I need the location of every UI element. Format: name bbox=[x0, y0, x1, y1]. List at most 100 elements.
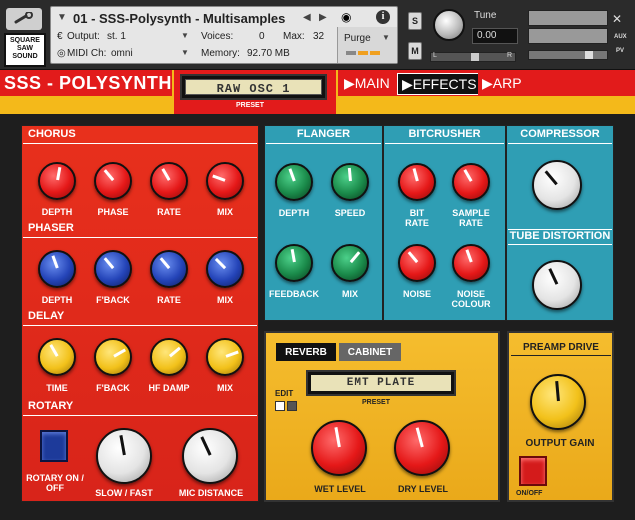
purge-area: Purge ▼ bbox=[337, 27, 397, 63]
output-gain-knob[interactable] bbox=[530, 374, 586, 430]
compressor-knob[interactable] bbox=[532, 160, 582, 210]
tab-main[interactable]: ▶MAIN bbox=[340, 73, 394, 95]
bitcrusher-bit-rate-label: BIT RATE bbox=[405, 208, 429, 228]
bitcrusher-sample-rate-knob[interactable] bbox=[452, 163, 490, 201]
prev-instrument-icon[interactable]: ◀ bbox=[303, 12, 311, 23]
edit-label: EDIT bbox=[275, 389, 294, 398]
chorus-rate-knob[interactable] bbox=[150, 162, 188, 200]
purge-meter-2 bbox=[358, 51, 368, 55]
flanger-speed-knob[interactable] bbox=[331, 163, 369, 201]
delay-time-knob[interactable] bbox=[38, 338, 76, 376]
chorus-depth-knob[interactable] bbox=[38, 162, 76, 200]
chorus-mix-knob[interactable] bbox=[206, 162, 244, 200]
info-icon[interactable]: i bbox=[376, 10, 390, 24]
reverb-wet-level-knob[interactable] bbox=[311, 420, 367, 476]
rotary-mic-distance-label: MIC DISTANCE bbox=[178, 488, 244, 498]
purge-meter-1 bbox=[346, 51, 356, 55]
close-icon[interactable]: ✕ bbox=[612, 12, 622, 26]
flanger-depth-knob[interactable] bbox=[275, 163, 313, 201]
bitcrusher-sample-rate-label: SAMPLE RATE bbox=[452, 208, 490, 228]
output-icon: € bbox=[57, 31, 63, 42]
solo-button[interactable]: S bbox=[408, 12, 422, 30]
flanger-speed-label: SPEED bbox=[334, 208, 366, 218]
output-select[interactable]: st. 1 bbox=[107, 31, 187, 42]
phaser-rate-knob[interactable] bbox=[150, 250, 188, 288]
voices-label: Voices: bbox=[201, 31, 234, 42]
edit-toggle-on[interactable] bbox=[275, 401, 285, 411]
purge-meter-3 bbox=[370, 51, 380, 55]
pan-handle[interactable] bbox=[471, 53, 479, 61]
camera-icon[interactable]: ◉ bbox=[341, 10, 351, 24]
delay-hf-damp-knob[interactable] bbox=[150, 338, 188, 376]
pan-right-label: R bbox=[507, 52, 513, 59]
next-instrument-icon[interactable]: ▶ bbox=[319, 12, 327, 23]
tune-knob[interactable] bbox=[433, 9, 465, 41]
midi-dropdown-icon[interactable]: ▼ bbox=[181, 48, 189, 57]
app-title: SSS - POLYSYNTH bbox=[4, 73, 172, 93]
flanger-title: FLANGER bbox=[266, 128, 381, 144]
delay-feedback-knob[interactable] bbox=[94, 338, 132, 376]
tab-arp[interactable]: ▶ARP bbox=[478, 73, 526, 95]
chorus-mix-label: MIX bbox=[216, 207, 233, 217]
flanger-mix-label: MIX bbox=[341, 289, 358, 299]
compressor-title: COMPRESSOR bbox=[508, 128, 612, 144]
bitcrusher-noise-colour-knob[interactable] bbox=[452, 244, 490, 282]
rotary-mic-distance-knob[interactable] bbox=[182, 428, 238, 484]
flanger-feedback-knob[interactable] bbox=[275, 244, 313, 282]
midi-label: MIDI Ch: bbox=[67, 48, 107, 59]
rotary-slow-fast-knob[interactable] bbox=[96, 428, 152, 484]
rotary-switch-label: ROTARY ON / OFF bbox=[26, 473, 84, 493]
purge-button[interactable]: Purge bbox=[344, 33, 371, 44]
voices-value: 0 bbox=[259, 31, 265, 42]
preamp-on-off-switch[interactable] bbox=[519, 456, 547, 486]
tab-cabinet[interactable]: CABINET bbox=[339, 343, 401, 361]
midi-icon: ◎ bbox=[57, 48, 66, 59]
tube-distortion-knob[interactable] bbox=[532, 260, 582, 310]
tune-value[interactable]: 0.00 bbox=[472, 28, 518, 44]
midi-channel-select[interactable]: omni bbox=[111, 48, 133, 59]
rotary-slow-fast-label: SLOW / FAST bbox=[95, 488, 153, 498]
reverb-preset-label: PRESET bbox=[362, 399, 391, 406]
max-voices-value[interactable]: 32 bbox=[313, 31, 324, 42]
title-yellow-stripe-right bbox=[338, 96, 635, 114]
output-gain-label: OUTPUT GAIN bbox=[525, 438, 595, 449]
tab-effects[interactable]: ▶EFFECTS bbox=[397, 73, 482, 95]
flanger-mix-knob[interactable] bbox=[331, 244, 369, 282]
pan-slider[interactable]: L R bbox=[430, 52, 516, 62]
tune-label: Tune bbox=[474, 10, 497, 21]
wrench-button[interactable] bbox=[6, 8, 42, 30]
collapse-icon[interactable]: ▼ bbox=[57, 12, 67, 23]
reverb-preset-display[interactable]: EMT PLATE bbox=[306, 370, 456, 396]
rotary-on-off-switch[interactable] bbox=[40, 430, 68, 462]
pv-button[interactable]: PV bbox=[616, 48, 624, 54]
preset-value[interactable]: RAW OSC 1 bbox=[185, 79, 322, 96]
reverb-dry-level-knob[interactable] bbox=[394, 420, 450, 476]
reverb-preset-value[interactable]: EMT PLATE bbox=[311, 375, 451, 391]
output-dropdown-icon[interactable]: ▼ bbox=[181, 31, 189, 40]
tab-reverb[interactable]: REVERB bbox=[276, 343, 336, 361]
edit-toggle-off[interactable] bbox=[287, 401, 297, 411]
bitcrusher-title: BITCRUSHER bbox=[385, 128, 504, 144]
bitcrusher-noise-label: NOISE bbox=[402, 289, 431, 299]
phaser-mix-knob[interactable] bbox=[206, 250, 244, 288]
aux-button[interactable]: AUX bbox=[614, 34, 627, 40]
volume-slider[interactable] bbox=[528, 50, 608, 60]
preset-label: PRESET bbox=[236, 102, 265, 109]
bitcrusher-noise-colour-label: NOISE COLOUR bbox=[451, 289, 491, 309]
phaser-depth-knob[interactable] bbox=[38, 250, 76, 288]
max-label: Max: bbox=[283, 31, 305, 42]
purge-dropdown-icon[interactable]: ▼ bbox=[382, 33, 390, 42]
bitcrusher-bit-rate-knob[interactable] bbox=[398, 163, 436, 201]
mute-button[interactable]: M bbox=[408, 42, 422, 60]
bitcrusher-noise-knob[interactable] bbox=[398, 244, 436, 282]
instrument-name: 01 - SSS-Polysynth - Multisamples bbox=[73, 11, 286, 26]
delay-mix-label: MIX bbox=[216, 383, 233, 393]
volume-handle[interactable] bbox=[585, 51, 593, 59]
phaser-feedback-knob[interactable] bbox=[94, 250, 132, 288]
preset-display[interactable]: RAW OSC 1 bbox=[180, 74, 327, 100]
phaser-title: PHASER bbox=[23, 222, 257, 238]
delay-mix-knob[interactable] bbox=[206, 338, 244, 376]
phaser-mix-label: MIX bbox=[216, 295, 233, 305]
square-saw-sound-logo: SQUARE SAW SOUND bbox=[4, 33, 46, 67]
chorus-phase-knob[interactable] bbox=[94, 162, 132, 200]
